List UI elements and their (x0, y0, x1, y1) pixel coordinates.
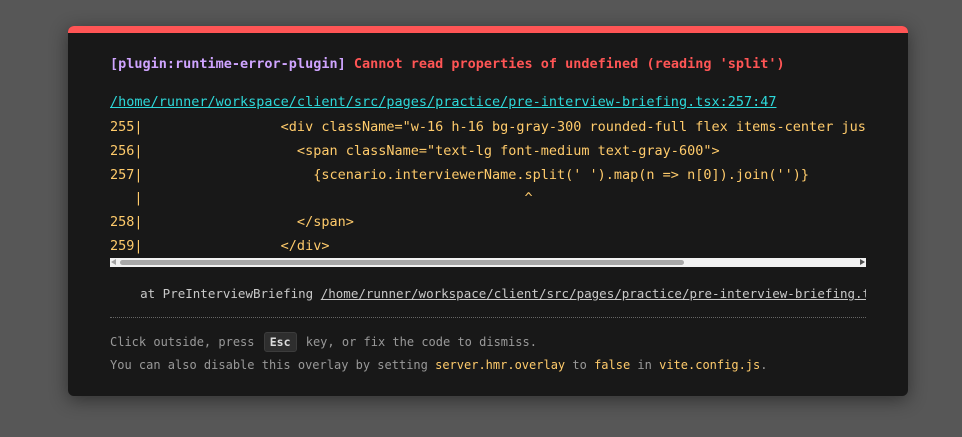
setting-name: server.hmr.overlay (435, 358, 566, 372)
code-line: 257| {scenario.interviewerName.split(' '… (110, 166, 809, 183)
code-line: 258| </span> (110, 214, 354, 231)
divider (110, 317, 866, 318)
stack-file-link[interactable]: /home/runner/workspace/client/src/pages/… (321, 286, 866, 301)
error-text: Cannot read properties of undefined (rea… (353, 56, 785, 72)
error-message: [plugin:runtime-error-plugin] Cannot rea… (110, 56, 785, 72)
config-file: vite.config.js (659, 358, 761, 372)
plugin-name: [plugin:runtime-error-plugin] (110, 56, 346, 72)
tip-text: You can also disable this overlay by set… (110, 358, 436, 372)
error-accent-bar (68, 26, 908, 33)
setting-value: false (594, 358, 631, 372)
error-overlay: [plugin:runtime-error-plugin] Cannot rea… (68, 26, 908, 396)
stack-trace: at PreInterviewBriefing /home/runner/wor… (110, 286, 866, 301)
code-frame: 255| <div className="w-16 h-16 bg-gray-3… (110, 116, 866, 258)
tip-text: in (630, 358, 660, 372)
tip-text: key, or fix the code to dismiss. (298, 335, 537, 349)
code-line: 256| <span className="text-lg font-mediu… (110, 142, 720, 159)
scrollbar-thumb[interactable] (120, 260, 684, 265)
code-line-caret: | ^ (110, 190, 533, 207)
scroll-right-icon[interactable] (860, 259, 865, 265)
tip-text: to (565, 358, 595, 372)
code-line: 255| <div className="w-16 h-16 bg-gray-3… (110, 119, 866, 135)
dismiss-tip: Click outside, press Esc key, or fix the… (110, 332, 537, 352)
tip-text: Click outside, press (110, 335, 262, 349)
scroll-left-icon[interactable] (111, 259, 116, 265)
tip-text: . (760, 358, 768, 372)
error-file-link[interactable]: /home/runner/workspace/client/src/pages/… (110, 94, 776, 110)
code-frame-scrollbar[interactable] (110, 258, 866, 267)
esc-key: Esc (263, 332, 297, 352)
disable-tip: You can also disable this overlay by set… (110, 358, 767, 372)
stack-prefix: at PreInterviewBriefing (110, 286, 321, 301)
code-line: 259| </div> (110, 237, 330, 254)
